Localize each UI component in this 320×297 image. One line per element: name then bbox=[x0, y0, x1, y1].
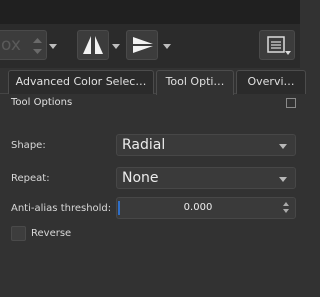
shape-value: Radial bbox=[122, 137, 166, 153]
reverse-label[interactable]: Reverse bbox=[31, 228, 71, 239]
spinbox-text: ox bbox=[1, 35, 21, 55]
workspace-button[interactable] bbox=[259, 30, 295, 60]
repeat-label: Repeat: bbox=[11, 173, 50, 184]
mirror-vertical-icon bbox=[133, 37, 153, 53]
antialias-threshold-label: Anti-alias threshold: bbox=[11, 203, 112, 214]
size-spinbox[interactable]: ox bbox=[0, 30, 47, 60]
tab-overview[interactable]: Overvi… bbox=[236, 70, 306, 94]
shape-combobox[interactable]: Radial bbox=[116, 134, 296, 156]
docker-tabs: Advanced Color Selec… Tool Opti… Overvi… bbox=[0, 68, 306, 95]
reverse-checkbox[interactable] bbox=[11, 226, 26, 241]
tab-advanced-color-selector[interactable]: Advanced Color Selec… bbox=[8, 70, 154, 94]
repeat-combobox[interactable]: None bbox=[116, 167, 296, 189]
spinbox-dropdown-arrow[interactable] bbox=[48, 32, 58, 60]
panel-title: Tool Options bbox=[11, 97, 73, 108]
mirror-vertical-dropdown[interactable] bbox=[162, 32, 172, 60]
antialias-threshold-value: 0.000 bbox=[183, 202, 213, 213]
mirror-horizontal-icon bbox=[83, 36, 103, 54]
shape-label: Shape: bbox=[11, 140, 46, 151]
increment-icon[interactable] bbox=[283, 202, 289, 206]
brush-toolbar: ox bbox=[0, 24, 300, 68]
float-docker-icon[interactable] bbox=[286, 98, 296, 108]
chevron-down-icon bbox=[279, 144, 287, 149]
top-bar bbox=[0, 0, 300, 24]
chevron-down-icon bbox=[279, 177, 287, 182]
mirror-horizontal-button[interactable] bbox=[77, 30, 109, 60]
antialias-threshold-spinbox[interactable]: 0.000 bbox=[116, 197, 296, 219]
tab-tool-options[interactable]: Tool Opti… bbox=[156, 70, 234, 95]
mirror-vertical-button[interactable] bbox=[126, 30, 158, 60]
spinbox-arrows-icon[interactable] bbox=[33, 37, 42, 55]
mirror-horizontal-dropdown[interactable] bbox=[111, 32, 121, 60]
workspace-icon bbox=[267, 36, 291, 55]
decrement-icon[interactable] bbox=[283, 209, 289, 213]
repeat-value: None bbox=[122, 170, 159, 186]
